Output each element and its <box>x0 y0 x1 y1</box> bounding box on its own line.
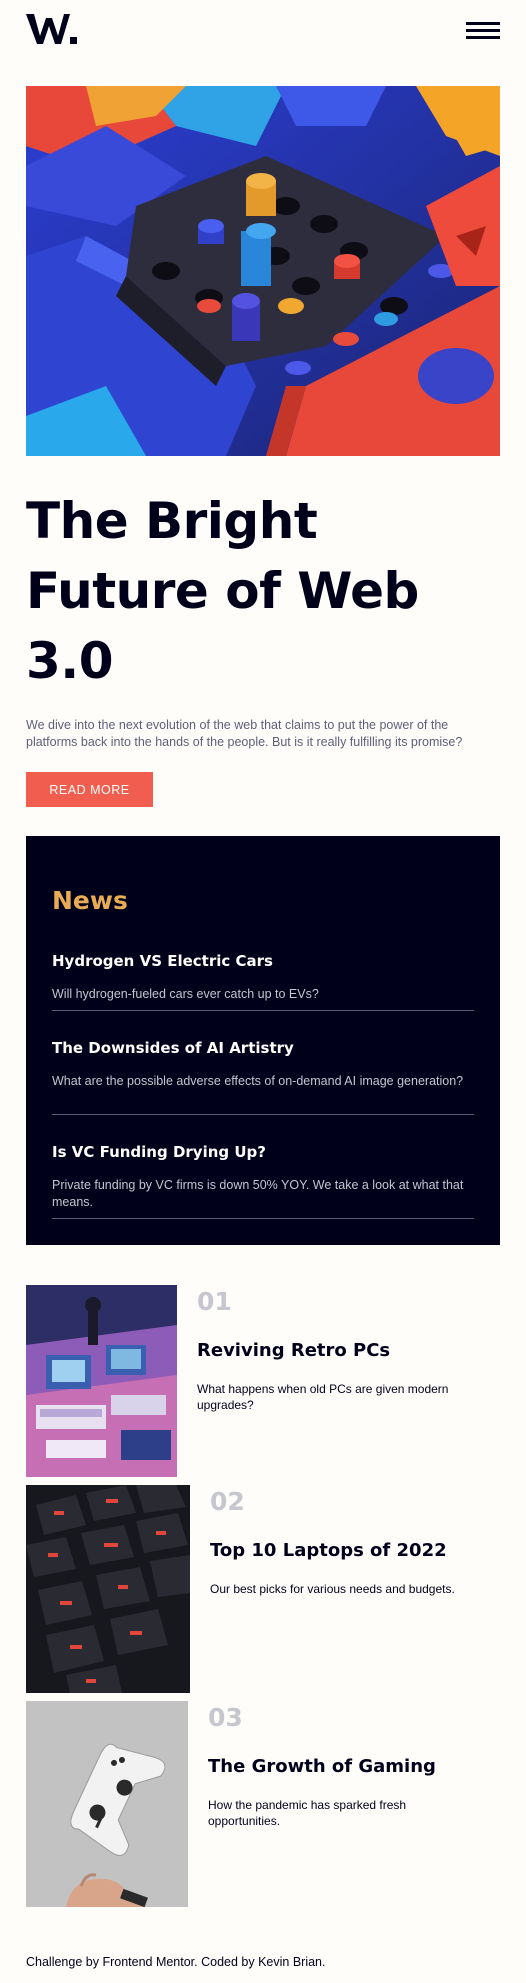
article-desc: Our best picks for various needs and bud… <box>210 1582 455 1596</box>
news-heading: News <box>52 886 128 915</box>
news-item-desc: Will hydrogen-fueled cars ever catch up … <box>52 987 319 1001</box>
article-number: 02 <box>210 1487 245 1516</box>
site-logo[interactable] <box>26 12 78 46</box>
news-item-title[interactable]: The Downsides of AI Artistry <box>52 1039 474 1057</box>
retro-pcs-image <box>26 1285 177 1477</box>
news-item: Is VC Funding Drying Up? Private funding… <box>52 1143 474 1211</box>
article-title[interactable]: Reviving Retro PCs <box>197 1340 390 1361</box>
news-item: Hydrogen VS Electric Cars Will hydrogen-… <box>52 952 474 1003</box>
news-item-desc: Private funding by VC firms is down 50% … <box>52 1178 464 1209</box>
article-card: 01 Reviving Retro PCs What happens when … <box>26 1285 500 1477</box>
news-item-title[interactable]: Is VC Funding Drying Up? <box>52 1143 474 1161</box>
article-card: 02 Top 10 Laptops of 2022 Our best picks… <box>26 1485 500 1693</box>
news-divider <box>52 1114 474 1115</box>
article-card: 03 The Growth of Gaming How the pandemic… <box>26 1701 500 1907</box>
attribution-footer: Challenge by Frontend Mentor. Coded by K… <box>26 1955 326 1969</box>
news-item: The Downsides of AI Artistry What are th… <box>52 1039 474 1090</box>
read-more-button[interactable]: READ MORE <box>26 772 153 807</box>
news-item-title[interactable]: Hydrogen VS Electric Cars <box>52 952 474 970</box>
laptop-keyboard-image <box>26 1485 190 1693</box>
article-desc: How the pandemic has sparked fresh oppor… <box>208 1798 407 1828</box>
news-divider <box>52 1218 474 1219</box>
article-title[interactable]: Top 10 Laptops of 2022 <box>210 1540 447 1561</box>
site-header <box>26 12 500 50</box>
hero-intro: We dive into the next evolution of the w… <box>26 718 463 749</box>
gaming-controller-image <box>26 1701 188 1907</box>
article-number: 03 <box>208 1703 243 1732</box>
article-number: 01 <box>197 1287 232 1316</box>
hero-image <box>26 86 500 456</box>
article-title[interactable]: The Growth of Gaming <box>208 1756 436 1777</box>
news-panel: News Hydrogen VS Electric Cars Will hydr… <box>26 836 500 1245</box>
news-item-desc: What are the possible adverse effects of… <box>52 1074 464 1088</box>
hamburger-menu-icon[interactable] <box>466 22 500 40</box>
hero-title: The Bright Future of Web 3.0 <box>26 492 419 690</box>
article-desc: What happens when old PCs are given mode… <box>197 1382 449 1412</box>
news-divider <box>52 1010 474 1011</box>
